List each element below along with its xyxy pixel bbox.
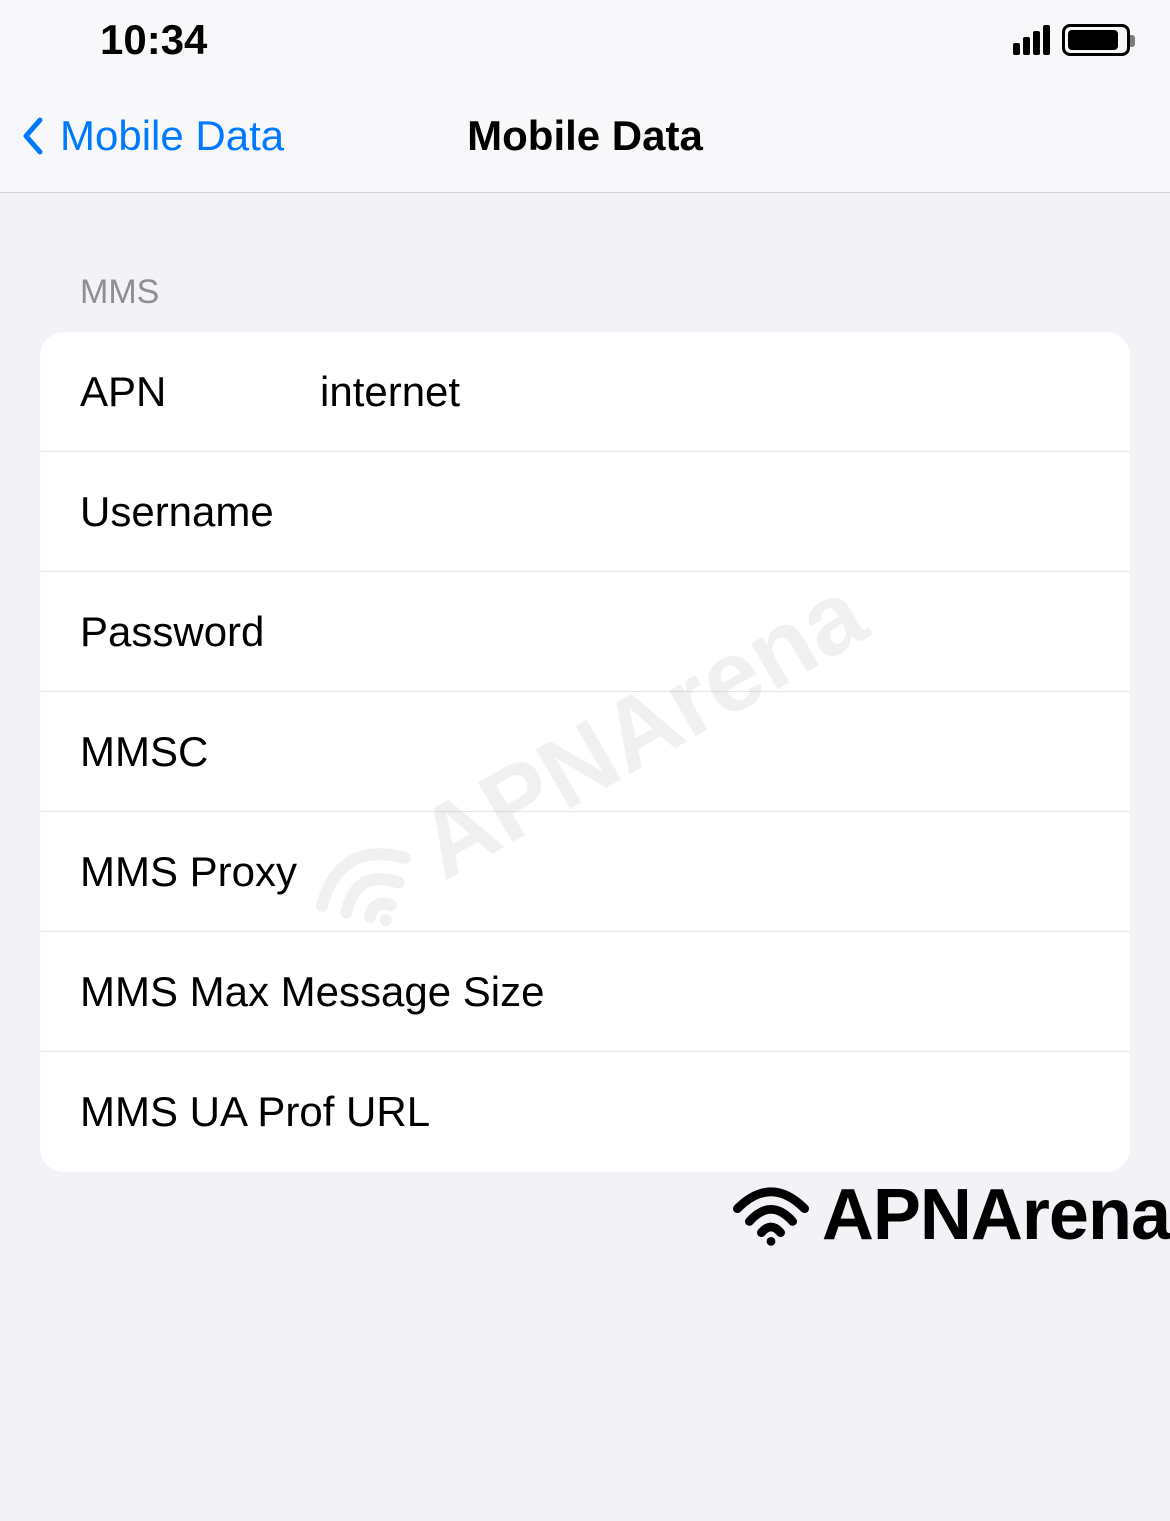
- page-title: Mobile Data: [467, 112, 703, 160]
- wifi-icon: [728, 1183, 814, 1247]
- status-bar: 10:34: [0, 0, 1170, 80]
- mms-proxy-label: MMS Proxy: [80, 848, 549, 896]
- footer-brand-text: APNArena: [822, 1174, 1170, 1256]
- navigation-header: Mobile Data Mobile Data: [0, 80, 1170, 193]
- cellular-signal-icon: [1013, 25, 1050, 55]
- mms-ua-prof-label: MMS UA Prof URL: [80, 1088, 1090, 1136]
- username-row[interactable]: Username: [40, 452, 1130, 572]
- section-header-mms: MMS: [0, 193, 1170, 332]
- battery-icon: [1062, 24, 1130, 56]
- back-button[interactable]: Mobile Data: [0, 112, 284, 160]
- apn-row[interactable]: APN: [40, 332, 1130, 452]
- mmsc-row[interactable]: MMSC: [40, 692, 1130, 812]
- apn-input[interactable]: [320, 368, 1090, 416]
- status-indicators: [1013, 24, 1130, 56]
- footer-brand-logo: APNArena: [728, 1174, 1170, 1256]
- mmsc-input[interactable]: [320, 728, 1090, 776]
- username-input[interactable]: [320, 488, 1090, 536]
- mms-settings-group: APN Username Password MMSC MMS Proxy MMS…: [40, 332, 1130, 1172]
- username-label: Username: [80, 488, 320, 536]
- mms-proxy-row[interactable]: MMS Proxy: [40, 812, 1130, 932]
- mms-ua-prof-row[interactable]: MMS UA Prof URL: [40, 1052, 1130, 1172]
- mms-max-size-row[interactable]: MMS Max Message Size: [40, 932, 1130, 1052]
- status-time: 10:34: [100, 16, 207, 64]
- mmsc-label: MMSC: [80, 728, 320, 776]
- mms-max-size-label: MMS Max Message Size: [80, 968, 1090, 1016]
- mms-proxy-input[interactable]: [549, 848, 1090, 896]
- back-label: Mobile Data: [60, 112, 284, 160]
- chevron-left-icon: [20, 116, 44, 156]
- password-input[interactable]: [320, 608, 1090, 656]
- password-row[interactable]: Password: [40, 572, 1130, 692]
- apn-label: APN: [80, 368, 320, 416]
- password-label: Password: [80, 608, 320, 656]
